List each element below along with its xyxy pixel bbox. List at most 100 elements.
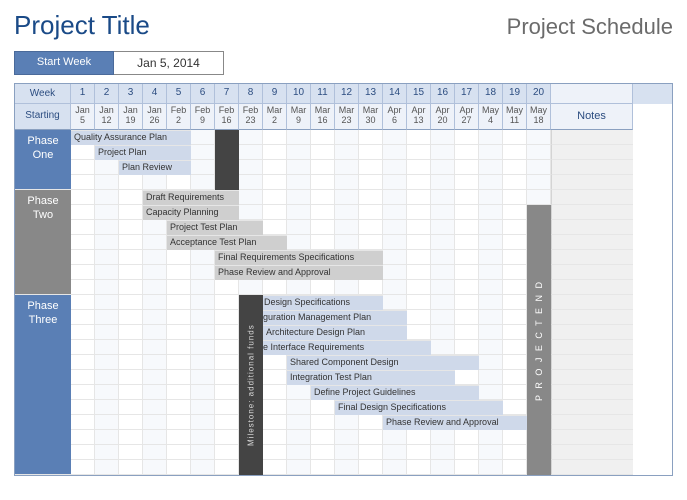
grid-cell (407, 280, 431, 295)
notes-cell[interactable] (551, 295, 633, 310)
grid-cell (479, 460, 503, 475)
notes-cell[interactable] (551, 460, 633, 475)
notes-cell[interactable] (551, 250, 633, 265)
grid-cell (239, 160, 263, 175)
grid-cell (167, 325, 191, 340)
grid-cell (503, 400, 527, 415)
grid-cell (479, 235, 503, 250)
gantt-chart: Week1234567891011121314151617181920 Star… (14, 83, 673, 476)
grid-cell (287, 205, 311, 220)
grid-cell (239, 145, 263, 160)
grid-cell (455, 370, 479, 385)
notes-cell[interactable] (551, 175, 633, 190)
notes-cell[interactable] (551, 415, 633, 430)
gantt-bar[interactable]: Capacity Planning (143, 205, 239, 220)
grid-cell (95, 385, 119, 400)
notes-cell[interactable] (551, 370, 633, 385)
grid-cell (119, 235, 143, 250)
week-num: 7 (215, 84, 239, 104)
grid-cell (119, 175, 143, 190)
gantt-bar[interactable]: Phase Review and Approval (215, 265, 383, 280)
notes-cell[interactable] (551, 340, 633, 355)
notes-cell[interactable] (551, 190, 633, 205)
grid-cell (311, 145, 335, 160)
date-cell: Mar9 (287, 104, 311, 130)
gantt-bar[interactable]: Quality Assurance Plan (71, 130, 191, 145)
grid-cell (527, 145, 551, 160)
grid-cell (455, 325, 479, 340)
grid-cell (119, 340, 143, 355)
grid-cell (119, 190, 143, 205)
grid-cell (119, 280, 143, 295)
notes-cell[interactable] (551, 205, 633, 220)
gantt-bar[interactable]: Project Test Plan (167, 220, 263, 235)
grid-cell (263, 160, 287, 175)
grid-cell (479, 310, 503, 325)
notes-cell[interactable] (551, 325, 633, 340)
gantt-bar[interactable]: Configuration Management Plan (239, 310, 407, 325)
grid-cell (167, 400, 191, 415)
grid-cell (407, 130, 431, 145)
grid-cell (479, 385, 503, 400)
gantt-bar[interactable]: Final Design Specifications (335, 400, 503, 415)
grid-cell (311, 175, 335, 190)
date-cell: Jan19 (119, 104, 143, 130)
grid-cell (479, 250, 503, 265)
grid-cell (287, 430, 311, 445)
gantt-bar[interactable]: Define Project Guidelines (311, 385, 479, 400)
grid-cell (95, 415, 119, 430)
notes-cell[interactable] (551, 310, 633, 325)
grid-cell (143, 250, 167, 265)
grid-cell (119, 325, 143, 340)
gantt-bar[interactable]: Acceptance Test Plan (167, 235, 287, 250)
grid-cell (263, 370, 287, 385)
grid-cell (287, 235, 311, 250)
grid-cell (407, 205, 431, 220)
gantt-bar[interactable]: Architecture Design Plan (263, 325, 407, 340)
grid-cell (311, 415, 335, 430)
start-week-value[interactable]: Jan 5, 2014 (114, 51, 224, 75)
gantt-bar[interactable]: Shared Component Design (287, 355, 479, 370)
grid-cell (263, 415, 287, 430)
gantt-bar[interactable]: Final Requirements Specifications (215, 250, 383, 265)
week-num: 1 (71, 84, 95, 104)
grid-cell (503, 265, 527, 280)
notes-cell[interactable] (551, 385, 633, 400)
gantt-bar[interactable]: Phase Review and Approval (383, 415, 551, 430)
grid-cell (143, 265, 167, 280)
grid-cell (407, 310, 431, 325)
gantt-bar[interactable]: Plan Review (119, 160, 191, 175)
grid-cell (455, 130, 479, 145)
grid-cell (95, 220, 119, 235)
notes-cell[interactable] (551, 220, 633, 235)
grid-cell (263, 280, 287, 295)
notes-cell[interactable] (551, 160, 633, 175)
gantt-bar[interactable]: Integration Test Plan (287, 370, 455, 385)
notes-cell[interactable] (551, 265, 633, 280)
notes-cell[interactable] (551, 130, 633, 145)
grid-cell (455, 160, 479, 175)
notes-cell[interactable] (551, 445, 633, 460)
grid-cell (191, 385, 215, 400)
grid-cell (359, 445, 383, 460)
grid-cell (335, 430, 359, 445)
grid-cell (119, 445, 143, 460)
notes-cell[interactable] (551, 430, 633, 445)
gantt-bar[interactable]: Define Interface Requirements (239, 340, 431, 355)
grid-cell (143, 235, 167, 250)
week-num: 13 (359, 84, 383, 104)
notes-cell[interactable] (551, 145, 633, 160)
week-num: 9 (263, 84, 287, 104)
grid-cell (287, 400, 311, 415)
notes-cell[interactable] (551, 280, 633, 295)
grid-cell (383, 250, 407, 265)
week-num: 5 (167, 84, 191, 104)
grid-cell (359, 175, 383, 190)
notes-cell[interactable] (551, 400, 633, 415)
gantt-bar[interactable]: Project Plan (95, 145, 191, 160)
notes-cell[interactable] (551, 355, 633, 370)
week-num: 18 (479, 84, 503, 104)
notes-cell[interactable] (551, 235, 633, 250)
date-cell: Feb2 (167, 104, 191, 130)
gantt-bar[interactable]: Draft Requirements (143, 190, 239, 205)
